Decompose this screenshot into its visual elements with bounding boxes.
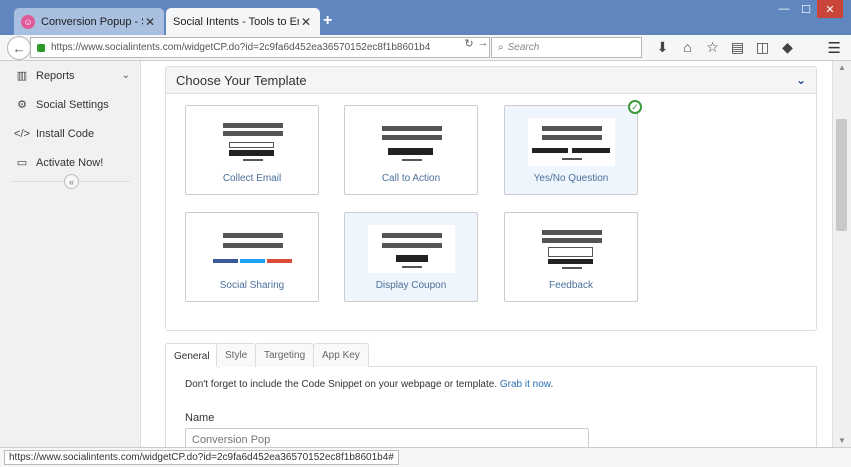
close-tab-icon[interactable]: ✕ (143, 15, 157, 29)
template-label: Collect Email (222, 173, 282, 184)
panel-title: Choose Your Template (176, 73, 307, 88)
template-yes-no-question[interactable]: Yes/No Question (504, 105, 638, 195)
status-bar: https://www.socialintents.com/widgetCP.d… (0, 447, 851, 467)
template-preview (528, 118, 615, 166)
forward-arrow-icon[interactable]: → (476, 37, 490, 50)
tab-general[interactable]: General (165, 343, 219, 368)
template-display-coupon[interactable]: Display Coupon (344, 212, 478, 302)
tab-style[interactable]: Style (216, 343, 257, 367)
sidebar: ▥ Reports ⌄ ⚙ Social Settings </> Instal… (0, 61, 141, 447)
scrollbar-thumb[interactable] (836, 119, 847, 231)
sidebar-item-reports[interactable]: ▥ Reports ⌄ (0, 61, 140, 90)
code-snippet-notice: Don't forget to include the Code Snippet… (185, 379, 553, 390)
close-window-icon[interactable]: ✕ (817, 0, 843, 18)
home-icon[interactable]: ⌂ (675, 39, 700, 56)
search-placeholder: Search (507, 42, 540, 53)
toolbar-icons: ⬇ ⌂ ☆ ▤ ◫ ◆ (650, 39, 800, 56)
template-call-to-action[interactable]: Call to Action (344, 105, 478, 195)
tab-app-key[interactable]: App Key (313, 343, 369, 367)
template-label: Social Sharing (219, 280, 285, 291)
vertical-scrollbar[interactable]: ▲ ▼ (832, 61, 851, 447)
favicon-icon: ☺ (21, 14, 35, 29)
template-feedback[interactable]: Feedback (504, 212, 638, 302)
template-label: Display Coupon (375, 280, 447, 291)
tab-targeting[interactable]: Targeting (255, 343, 315, 367)
reload-icon[interactable]: ↻ (462, 37, 476, 50)
minimize-icon[interactable]: — (773, 0, 795, 18)
template-collect-email[interactable]: Collect Email (185, 105, 319, 195)
grab-it-now-link[interactable]: Grab it now (500, 379, 551, 390)
main-content: Choose Your Template ⌄ Collect Email Cal… (142, 61, 832, 452)
settings-tabs: General Style Targeting App Key (165, 343, 817, 368)
browser-tab-strip: ☺ Conversion Popup - Social ... ✕ Social… (0, 0, 851, 35)
template-label: Yes/No Question (533, 173, 609, 184)
url-text: https://www.socialintents.com/widgetCP.d… (51, 42, 431, 53)
tab-label: Style (225, 350, 248, 361)
notice-text: Don't forget to include the Code Snippet… (185, 379, 498, 390)
template-preview (528, 225, 615, 273)
sidebar-item-label: Social Settings (36, 98, 109, 111)
window-controls: — ☐ ✕ (773, 0, 843, 18)
general-settings-pane: Don't forget to include the Code Snippet… (165, 367, 817, 452)
status-url: https://www.socialintents.com/widgetCP.d… (4, 450, 399, 465)
template-preview (209, 118, 296, 166)
new-tab-icon[interactable]: + (323, 12, 332, 30)
bookmark-star-icon[interactable]: ☆ (700, 39, 725, 56)
search-icon: ⌕ (498, 42, 504, 53)
reading-list-icon[interactable]: ▤ (725, 39, 750, 56)
tab-label: Targeting (264, 350, 306, 361)
scroll-down-icon[interactable]: ▼ (838, 436, 846, 445)
collapse-sidebar-icon[interactable]: « (64, 174, 79, 189)
credit-card-icon: ▭ (16, 157, 28, 169)
back-arrow-icon[interactable]: ← (7, 36, 31, 60)
template-social-sharing[interactable]: Social Sharing (185, 212, 319, 302)
template-panel-header[interactable]: Choose Your Template ⌄ (166, 67, 816, 94)
sidebar-item-label: Install Code (36, 127, 95, 140)
extension-icon[interactable]: ◆ (775, 39, 800, 56)
template-label: Call to Action (381, 173, 441, 184)
sidebar-item-label: Activate Now! (36, 156, 104, 169)
chevron-down-icon[interactable]: ⌄ (796, 73, 806, 87)
tab-label: General (174, 350, 210, 362)
bar-chart-icon: ▥ (16, 70, 28, 82)
gears-icon: ⚙ (17, 99, 27, 111)
browser-tab-social-intents[interactable]: Social Intents - Tools to Engag... ✕ (166, 8, 320, 35)
download-icon[interactable]: ⬇ (650, 39, 675, 56)
template-label: Feedback (549, 280, 593, 291)
selected-check-icon: ✓ (628, 100, 642, 114)
notice-period: . (550, 379, 554, 390)
tab-label: Conversion Popup - Social ... (41, 15, 143, 28)
url-controls: ↻ → (462, 37, 490, 50)
name-label: Name (185, 412, 215, 424)
close-tab-icon[interactable]: ✕ (299, 15, 313, 29)
sidebar-item-label: Reports (36, 69, 75, 82)
sidebar-item-activate-now[interactable]: ▭ Activate Now! (0, 148, 140, 177)
pocket-icon[interactable]: ◫ (750, 39, 775, 56)
lock-icon (37, 43, 45, 52)
template-preview (209, 225, 296, 273)
tab-label: Social Intents - Tools to Engag... (173, 15, 299, 28)
chevron-down-icon: ⌄ (121, 70, 130, 81)
tab-label: App Key (322, 350, 360, 361)
browser-tab-conversion-popup[interactable]: ☺ Conversion Popup - Social ... ✕ (14, 8, 164, 35)
template-preview (368, 225, 455, 273)
template-preview (368, 118, 455, 166)
code-icon: </> (14, 127, 30, 140)
search-input[interactable]: ⌕ Search (491, 37, 642, 58)
sidebar-item-install-code[interactable]: </> Install Code (0, 119, 140, 148)
scroll-up-icon[interactable]: ▲ (838, 63, 846, 72)
url-bar[interactable]: https://www.socialintents.com/widgetCP.d… (30, 37, 490, 58)
maximize-icon[interactable]: ☐ (795, 0, 817, 18)
hamburger-menu-icon[interactable]: ☰ (828, 39, 841, 57)
sidebar-item-social-settings[interactable]: ⚙ Social Settings (0, 90, 140, 119)
navigation-bar: ← https://www.socialintents.com/widgetCP… (0, 35, 851, 61)
